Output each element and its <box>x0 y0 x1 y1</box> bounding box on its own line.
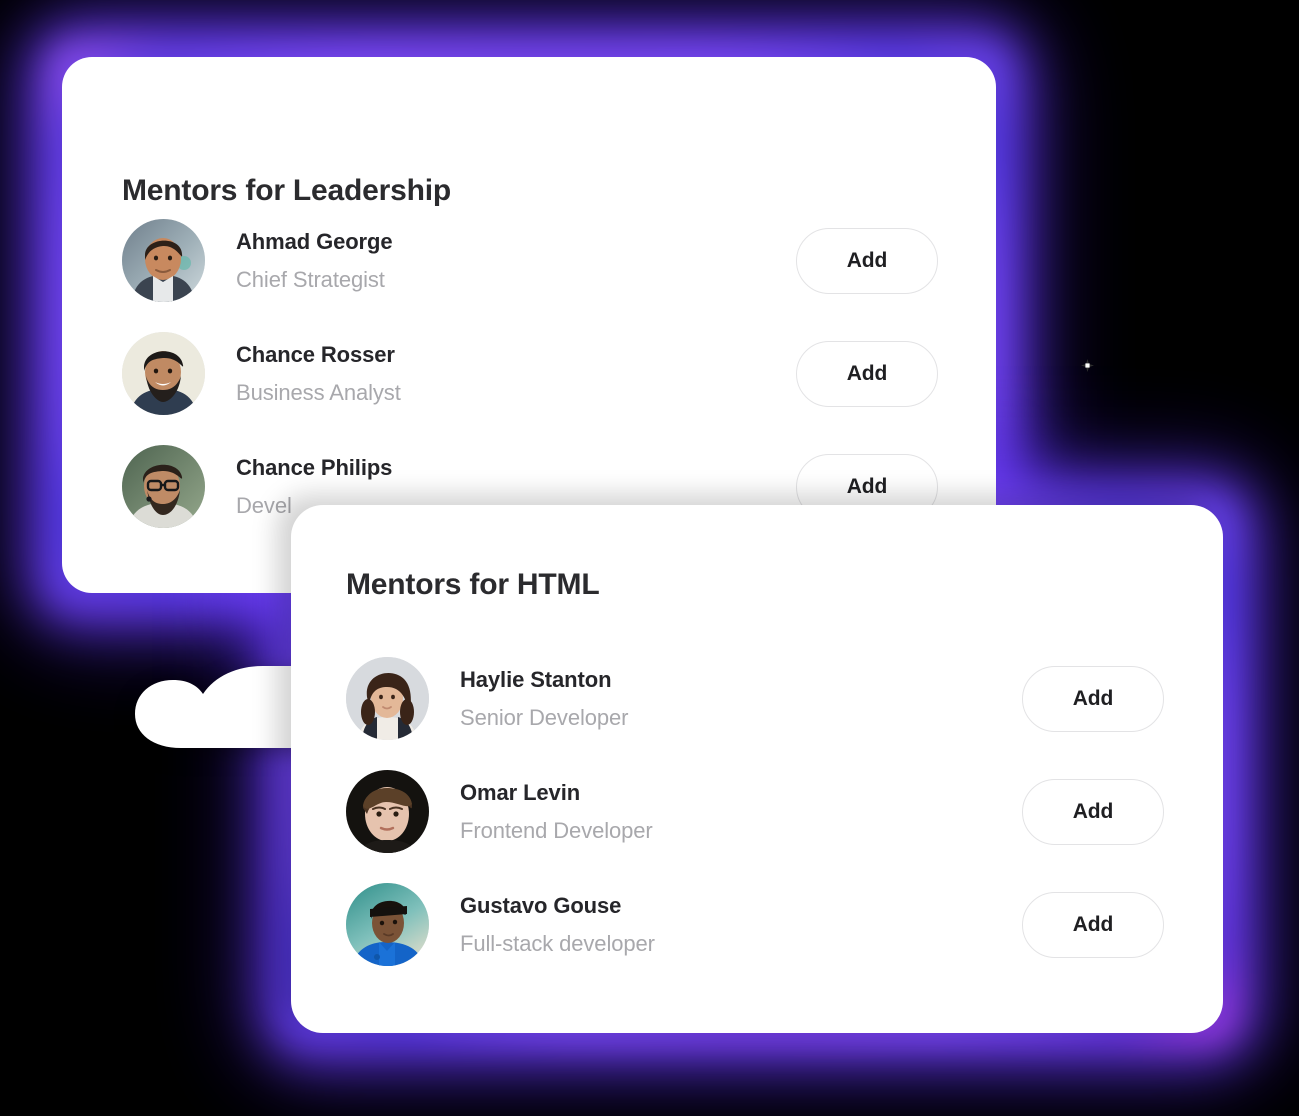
list-item[interactable]: Chance Rosser Business Analyst Add <box>122 332 938 415</box>
screenshot-stage: Mentors for Leadership Ahmad George Chie… <box>0 0 1299 1116</box>
add-button[interactable]: Add <box>796 227 938 294</box>
page-title: Mentors for HTML <box>346 568 600 601</box>
person-name: Gustavo Gouse <box>460 892 622 918</box>
person-name: Ahmad George <box>236 228 393 254</box>
person-role: Business Analyst <box>236 380 401 405</box>
person-name: Chance Rosser <box>236 341 395 367</box>
list-item[interactable]: Gustavo Gouse Full-stack developer Add <box>346 883 1164 966</box>
mentors-html-card: Mentors for HTML Haylie Stanton Senior D… <box>291 505 1223 1033</box>
list-item[interactable]: Omar Levin Frontend Developer Add <box>346 770 1164 853</box>
sparkle-icon <box>1081 359 1094 372</box>
add-button[interactable]: Add <box>1022 891 1164 958</box>
add-button[interactable]: Add <box>1022 778 1164 845</box>
page-title: Mentors for Leadership <box>122 174 451 207</box>
person-name: Chance Philips <box>236 454 393 480</box>
avatar-haylie-stanton <box>346 657 429 740</box>
person-info: Ahmad George Chief Strategist <box>236 228 796 294</box>
list-item[interactable]: Ahmad George Chief Strategist Add <box>122 219 938 302</box>
person-name: Omar Levin <box>460 779 581 805</box>
person-info: Haylie Stanton Senior Developer <box>460 666 1022 732</box>
add-button[interactable]: Add <box>1022 665 1164 732</box>
card-content: Mentors for HTML Haylie Stanton Senior D… <box>291 505 1223 1033</box>
person-info: Gustavo Gouse Full-stack developer <box>460 892 1022 958</box>
avatar-ahmad-george <box>122 219 205 302</box>
person-role: Frontend Developer <box>460 818 653 843</box>
person-role: Full-stack developer <box>460 931 655 956</box>
avatar-gustavo-gouse <box>346 883 429 966</box>
avatar-chance-philips <box>122 445 205 528</box>
avatar-chance-rosser <box>122 332 205 415</box>
avatar-omar-levin <box>346 770 429 853</box>
person-role: Chief Strategist <box>236 267 385 292</box>
add-button[interactable]: Add <box>796 340 938 407</box>
person-info: Chance Rosser Business Analyst <box>236 341 796 407</box>
list-item[interactable]: Haylie Stanton Senior Developer Add <box>346 657 1164 740</box>
person-role: Senior Developer <box>460 705 629 730</box>
person-info: Omar Levin Frontend Developer <box>460 779 1022 845</box>
person-name: Haylie Stanton <box>460 666 612 692</box>
